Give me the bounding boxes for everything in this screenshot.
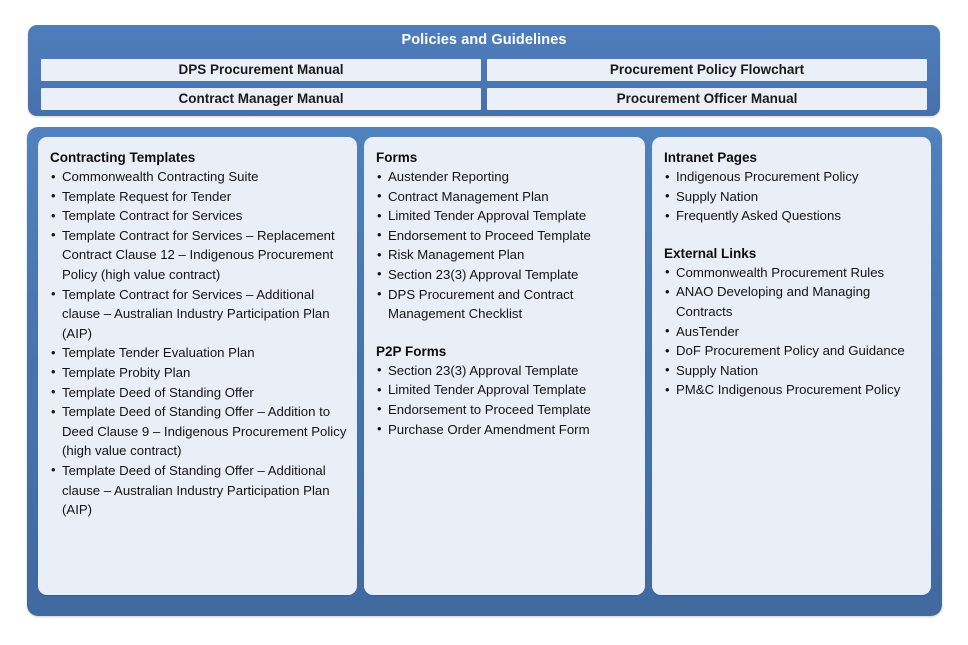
- section-list: Commonwealth Procurement RulesANAO Devel…: [664, 262, 921, 400]
- list-item[interactable]: Indigenous Procurement Policy: [664, 167, 921, 187]
- list-item[interactable]: Section 23(3) Approval Template: [376, 360, 635, 381]
- list-item[interactable]: Austender Reporting: [376, 167, 635, 187]
- section-heading: Contracting Templates: [50, 150, 196, 165]
- section-list: Austender ReportingContract Management P…: [376, 167, 635, 324]
- button-procurement-officer-manual[interactable]: Procurement Officer Manual: [487, 88, 927, 110]
- section-list: Indigenous Procurement PolicySupply Nati…: [664, 167, 921, 226]
- list-item[interactable]: Template Tender Evaluation Plan: [50, 343, 347, 363]
- list-item[interactable]: Supply Nation: [664, 186, 921, 207]
- column-sections: Forms Austender ReportingContract Managem…: [376, 148, 635, 439]
- page-title: Policies and Guidelines: [401, 32, 567, 48]
- button-contract-manager-manual[interactable]: Contract Manager Manual: [41, 88, 481, 110]
- list-item[interactable]: Supply Nation: [664, 360, 921, 381]
- list-item[interactable]: Template Request for Tender: [50, 186, 347, 207]
- section-heading: Forms: [376, 150, 418, 165]
- list-item[interactable]: Section 23(3) Approval Template: [376, 264, 635, 285]
- column-contracting-templates: Contracting Templates Commonwealth Contra…: [38, 137, 357, 595]
- list-item[interactable]: Commonwealth Procurement Rules: [664, 262, 921, 283]
- list-item[interactable]: DoF Procurement Policy and Guidance: [664, 341, 921, 361]
- list-item[interactable]: Template Contract for Services – Additio…: [50, 284, 347, 344]
- list-item[interactable]: Purchase Order Amendment Form: [376, 419, 635, 440]
- list-item[interactable]: PM&C Indigenous Procurement Policy: [664, 380, 921, 400]
- section-heading: P2P Forms: [376, 343, 447, 359]
- list-item[interactable]: Risk Management Plan: [376, 245, 635, 265]
- column-sections: Contracting Templates Commonwealth Contra…: [50, 148, 347, 520]
- list-item[interactable]: AusTender: [664, 321, 921, 342]
- list-item[interactable]: Template Deed of Standing Offer – Additi…: [50, 402, 347, 461]
- list-item[interactable]: Frequently Asked Questions: [664, 206, 921, 226]
- section-heading: Intranet Pages: [664, 150, 758, 165]
- list-item[interactable]: Template Deed of Standing Offer – Additi…: [50, 460, 347, 520]
- header-panel: Policies and Guidelines DPS Procurement …: [28, 25, 940, 116]
- column-links: Intranet Pages Indigenous Procurement Pol…: [652, 137, 931, 595]
- list-item[interactable]: DPS Procurement and Contract Management …: [376, 284, 635, 324]
- list-item[interactable]: Template Contract for Services – Replace…: [50, 225, 347, 285]
- list-item[interactable]: Commonwealth Contracting Suite: [50, 167, 347, 187]
- list-item[interactable]: Endorsement to Proceed Template: [376, 399, 635, 420]
- section-heading: External Links: [664, 245, 757, 261]
- column-forms: Forms Austender ReportingContract Managem…: [364, 137, 645, 595]
- list-item[interactable]: Template Contract for Services: [50, 206, 347, 226]
- list-item[interactable]: Limited Tender Approval Template: [376, 206, 635, 226]
- list-item[interactable]: ANAO Developing and Managing Contracts: [664, 282, 921, 321]
- section-list: Section 23(3) Approval TemplateLimited T…: [376, 360, 635, 440]
- resources-panel: Contracting Templates Commonwealth Contra…: [27, 127, 942, 616]
- list-item[interactable]: Template Deed of Standing Offer: [50, 382, 347, 403]
- list-item[interactable]: Limited Tender Approval Template: [376, 380, 635, 400]
- section-list: Commonwealth Contracting SuiteTemplate R…: [50, 167, 347, 520]
- policies-and-guidelines-diagram: Policies and Guidelines DPS Procurement …: [0, 0, 968, 645]
- list-item[interactable]: Template Probity Plan: [50, 362, 347, 383]
- column-sections: Intranet Pages Indigenous Procurement Pol…: [664, 148, 921, 400]
- button-dps-procurement-manual[interactable]: DPS Procurement Manual: [41, 59, 481, 81]
- list-item[interactable]: Contract Management Plan: [376, 186, 635, 207]
- list-item[interactable]: Endorsement to Proceed Template: [376, 225, 635, 246]
- button-procurement-policy-flowchart[interactable]: Procurement Policy Flowchart: [487, 59, 927, 81]
